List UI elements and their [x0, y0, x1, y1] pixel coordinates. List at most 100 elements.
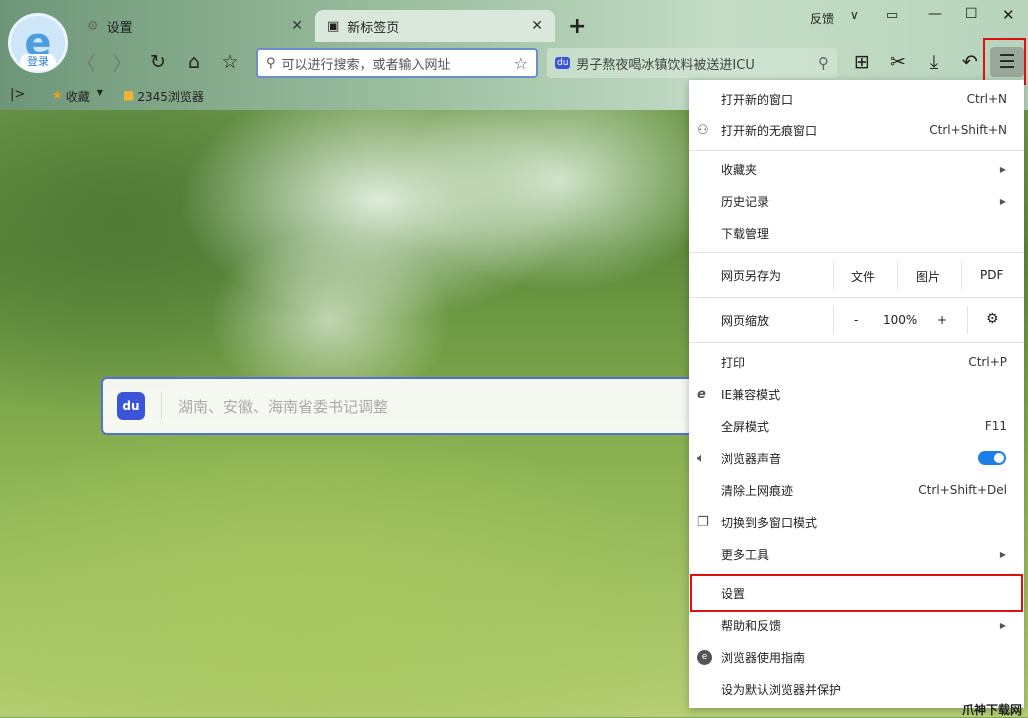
label: 清除上网痕迹	[721, 483, 794, 498]
shortcut: Ctrl+N	[966, 92, 1007, 106]
layout-icon[interactable]: ▭	[886, 8, 898, 23]
menu-item-favorites[interactable]: 收藏夹 ▶	[689, 154, 1024, 184]
label: 收藏夹	[721, 162, 758, 177]
page-search-box[interactable]: du 湖南、安徽、海南省委书记调整	[101, 377, 701, 435]
page-search-placeholder: 湖南、安徽、海南省委书记调整	[178, 397, 389, 416]
back-icon[interactable]: 〈	[74, 50, 98, 75]
menu-item-downloads[interactable]: 下载管理	[689, 218, 1024, 248]
bookmark-star-icon[interactable]: ☆	[514, 54, 528, 73]
menu-item-clear-history[interactable]: 清除上网痕迹 Ctrl+Shift+Del	[689, 475, 1024, 505]
guide-icon: e	[697, 649, 712, 665]
minimize-button[interactable]: —	[928, 6, 942, 22]
shortcut: Ctrl+Shift+N	[929, 123, 1007, 137]
zoom-value: 100%	[883, 313, 918, 327]
menu-item-new-window[interactable]: 打开新的窗口 Ctrl+N	[689, 84, 1024, 114]
hot-search-text: 男子熬夜喝冰镇饮料被送进ICU	[576, 57, 755, 73]
download-icon[interactable]: ⤓	[922, 50, 946, 74]
label: 打开新的无痕窗口	[721, 123, 818, 138]
menu-item-set-default[interactable]: 设为默认浏览器并保护	[689, 674, 1024, 704]
gear-icon: ⚙	[87, 18, 99, 34]
label: 浏览器使用指南	[721, 650, 806, 665]
label: 下载管理	[721, 226, 770, 241]
login-button[interactable]: 登录	[20, 54, 56, 70]
divider	[689, 342, 1024, 343]
baidu-icon: du	[555, 57, 571, 69]
new-tab-button[interactable]: +	[568, 14, 586, 39]
submenu-arrow-icon: ▶	[999, 196, 1006, 206]
search-icon: ⚲	[266, 55, 276, 71]
shortcut: F11	[984, 419, 1007, 433]
menu-item-print[interactable]: 打印 Ctrl+P	[689, 347, 1024, 377]
favorites-star-icon[interactable]: ☆	[218, 50, 242, 74]
divider	[161, 392, 162, 420]
menu-item-help[interactable]: 帮助和反馈 ▶	[689, 610, 1024, 640]
main-menu: 打开新的窗口 Ctrl+N ⚇ 打开新的无痕窗口 Ctrl+Shift+N 收藏夹 ▶ …	[689, 80, 1024, 708]
label: 网页另存为	[721, 268, 782, 283]
sidebar-toggle-icon[interactable]: |>	[10, 87, 25, 102]
menu-item-sound: 🔈︎ 浏览器声音	[689, 443, 1024, 473]
zoom-settings-icon[interactable]: ⚙	[986, 311, 999, 327]
newtab-icon: ▣	[327, 18, 340, 34]
address-bar[interactable]: ⚲ 可以进行搜索，或者输入网址 ☆	[256, 48, 538, 78]
menu-item-incognito[interactable]: ⚇ 打开新的无痕窗口 Ctrl+Shift+N	[689, 115, 1024, 145]
shortcut: Ctrl+Shift+Del	[918, 483, 1007, 497]
menu-item-more-tools[interactable]: 更多工具 ▶	[689, 539, 1024, 569]
label: 历史记录	[721, 194, 770, 209]
baidu-logo-icon: du	[117, 392, 145, 420]
submenu-arrow-icon: ▶	[999, 549, 1006, 559]
menu-item-ie-mode[interactable]: e IE兼容模式	[689, 379, 1024, 409]
menu-item-fullscreen[interactable]: 全屏模式 F11	[689, 411, 1024, 441]
search-icon[interactable]: ⚲	[818, 54, 829, 72]
submenu-arrow-icon: ▶	[999, 164, 1006, 174]
reload-icon[interactable]: ↻	[146, 50, 170, 74]
close-tab-icon[interactable]: ✕	[291, 18, 303, 34]
label: 浏览器声音	[721, 451, 782, 466]
scissors-icon[interactable]: ✂	[886, 50, 910, 74]
divider	[689, 150, 1024, 151]
home-icon[interactable]: ⌂	[182, 50, 206, 74]
label: 更多工具	[721, 547, 770, 562]
settings-highlight	[690, 574, 1023, 612]
shortcut: Ctrl+P	[968, 355, 1007, 369]
bookmark-label: 2345浏览器	[137, 90, 204, 104]
star-icon: ★	[52, 88, 63, 102]
bookmark-favorites[interactable]: ★ 收藏 ▼	[52, 88, 103, 105]
close-tab-icon[interactable]: ✕	[531, 18, 543, 34]
bookmark-2345[interactable]: ■ 2345浏览器	[123, 88, 204, 105]
tab-new[interactable]: ▣ 新标签页 ✕	[315, 10, 555, 42]
ie-icon: e	[697, 386, 706, 402]
apps-icon[interactable]: ⊞	[850, 50, 874, 74]
bookmark-label: 收藏	[65, 90, 90, 104]
label: IE兼容模式	[721, 387, 781, 402]
label: 网页缩放	[721, 313, 770, 328]
tab-settings[interactable]: ⚙ 设置 ✕	[75, 10, 315, 42]
hot-search-box[interactable]: du 男子熬夜喝冰镇饮料被送进ICU ⚲	[547, 48, 837, 78]
menu-highlight	[983, 38, 1026, 85]
forward-icon[interactable]: 〉	[110, 50, 134, 75]
label: 打开新的窗口	[721, 92, 794, 107]
menu-item-history[interactable]: 历史记录 ▶	[689, 186, 1024, 216]
watermark: 爪神下载网	[962, 703, 1023, 717]
save-pdf-button[interactable]: PDF	[980, 268, 1003, 282]
close-window-button[interactable]: ✕	[1002, 6, 1015, 24]
divider	[689, 297, 1024, 298]
undo-icon[interactable]: ↶	[958, 50, 982, 74]
speaker-icon: 🔈︎	[697, 450, 705, 466]
divider	[689, 252, 1024, 253]
zoom-out-button[interactable]: -	[854, 313, 858, 327]
tab-label: 设置	[106, 20, 133, 36]
submenu-arrow-icon: ▶	[999, 620, 1006, 630]
menu-item-multiwindow[interactable]: ❐ 切换到多窗口模式	[689, 507, 1024, 537]
menu-item-guide[interactable]: e 浏览器使用指南	[689, 642, 1024, 672]
save-file-button[interactable]: 文件	[851, 268, 875, 285]
label: 全屏模式	[721, 419, 770, 434]
label: 设为默认浏览器并保护	[721, 682, 842, 697]
sound-toggle[interactable]	[978, 451, 1006, 465]
chevron-down-icon[interactable]: ∨	[850, 8, 859, 22]
label: 切换到多窗口模式	[721, 515, 818, 530]
save-image-button[interactable]: 图片	[916, 268, 940, 285]
tab-label: 新标签页	[347, 20, 400, 36]
zoom-in-button[interactable]: +	[937, 313, 947, 327]
feedback-button[interactable]: 反馈	[810, 10, 834, 27]
maximize-button[interactable]: ☐	[965, 6, 978, 22]
